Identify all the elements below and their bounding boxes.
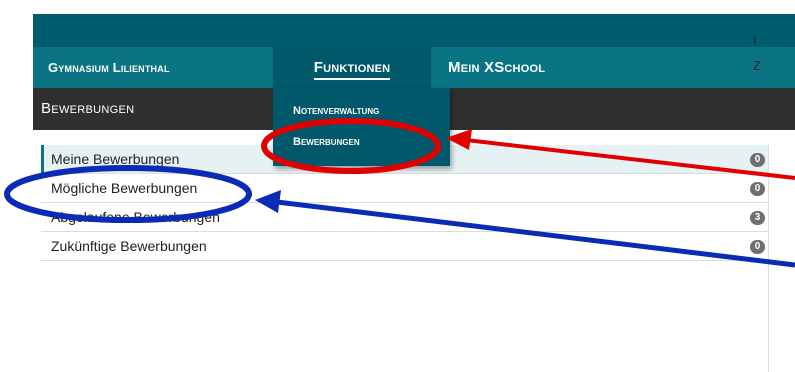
right-panel-text: I	[753, 33, 757, 48]
list-item-label: Abgelaufene Bewerbungen	[51, 209, 220, 225]
count-badge: 0	[750, 153, 765, 167]
top-banner	[33, 14, 795, 47]
list-item-moegliche-bewerbungen[interactable]: Mögliche Bewerbungen 0	[41, 174, 769, 203]
list-item-abgelaufene-bewerbungen[interactable]: Abgelaufene Bewerbungen 3	[41, 203, 769, 232]
list-item-zukuenftige-bewerbungen[interactable]: Zukünftige Bewerbungen 0	[41, 232, 769, 261]
list-item-label: Zukünftige Bewerbungen	[51, 238, 207, 254]
dropdown-item-notenverwaltung[interactable]: Notenverwaltung	[293, 105, 379, 117]
list-item-label: Mögliche Bewerbungen	[51, 180, 198, 196]
page-title: Bewerbungen	[41, 100, 135, 117]
count-badge: 0	[750, 240, 765, 254]
dropdown-item-bewerbungen[interactable]: Bewerbungen	[293, 136, 360, 148]
nav-school-link[interactable]: Gymnasium Lilienthal	[48, 47, 170, 88]
count-badge: 0	[750, 182, 765, 196]
list-item-label: Meine Bewerbungen	[51, 151, 180, 167]
panel-divider	[768, 145, 769, 372]
main-navbar: Gymnasium Lilienthal Funktionen Mein XSc…	[33, 47, 795, 88]
main-content: Meine Bewerbungen 0 Mögliche Bewerbungen…	[33, 130, 795, 372]
nav-funktionen-label: Funktionen	[313, 59, 391, 80]
count-badge: 3	[750, 211, 765, 225]
nav-funktionen-menu[interactable]: Funktionen	[273, 47, 431, 88]
funktionen-dropdown: Notenverwaltung Bewerbungen	[273, 88, 450, 166]
right-panel-text: Z	[753, 58, 761, 73]
nav-mein-xschool-menu[interactable]: Mein XSchool	[448, 47, 545, 88]
